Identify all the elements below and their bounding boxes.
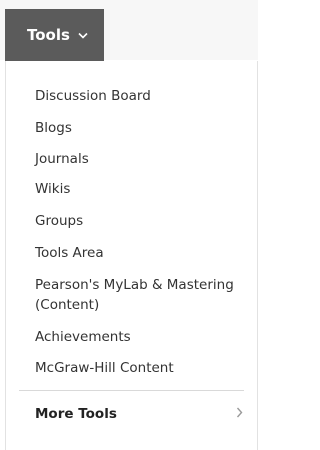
menu-item-groups[interactable]: Groups [35, 211, 83, 231]
chevron-down-icon [78, 32, 88, 39]
tools-button-label: Tools [27, 26, 70, 44]
menu-item-journals[interactable]: Journals [35, 149, 89, 169]
menu-item-mcgraw-hill-content[interactable]: McGraw-Hill Content [35, 358, 174, 378]
menu-item-tools-area[interactable]: Tools Area [35, 243, 104, 263]
menu-item-discussion-board[interactable]: Discussion Board [35, 86, 151, 106]
menu-divider [19, 390, 244, 391]
menu-item-wikis[interactable]: Wikis [35, 179, 70, 199]
tools-button[interactable]: Tools [5, 9, 104, 61]
tools-dropdown-page: Tools Discussion Board Blogs Journals Wi… [0, 0, 258, 450]
menu-item-achievements[interactable]: Achievements [35, 327, 131, 347]
menu-item-blogs[interactable]: Blogs [35, 118, 72, 138]
more-tools-item[interactable]: More Tools [35, 402, 243, 426]
chevron-right-icon [236, 406, 243, 422]
tools-menu: Discussion Board Blogs Journals Wikis Gr… [5, 61, 258, 450]
menu-item-pearson-mylab[interactable]: Pearson's MyLab & Mastering (Content) [35, 275, 250, 315]
more-tools-label: More Tools [35, 406, 117, 422]
